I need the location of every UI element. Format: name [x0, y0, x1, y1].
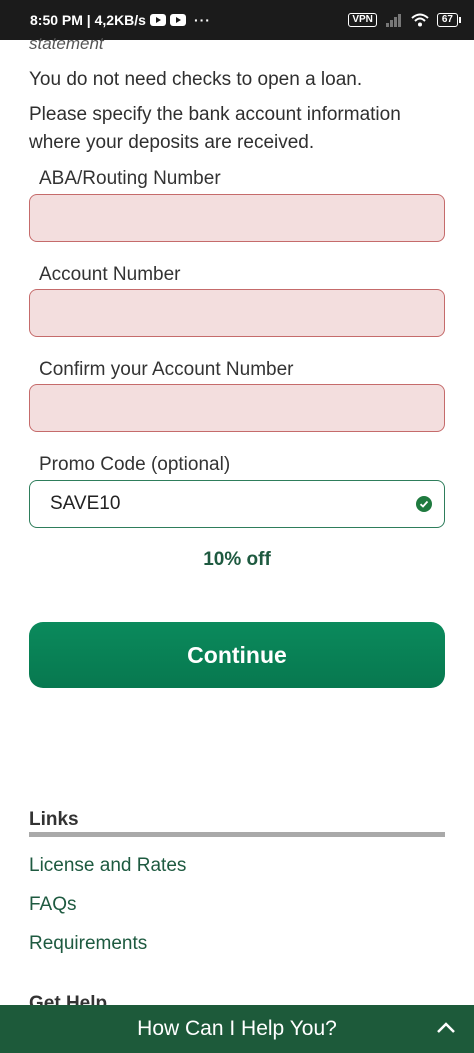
- confirm-account-number-label: Confirm your Account Number: [39, 359, 294, 380]
- youtube-icon: [169, 14, 186, 26]
- wifi-icon: [411, 13, 429, 27]
- link-license-and-rates[interactable]: License and Rates: [29, 855, 186, 877]
- routing-number-input[interactable]: [29, 194, 445, 242]
- specify-account-text: Please specify the bank account informat…: [29, 104, 401, 153]
- links-heading: Links: [29, 809, 79, 830]
- confirm-account-number-input[interactable]: [29, 384, 445, 432]
- help-bar[interactable]: How Can I Help You?: [0, 1005, 474, 1053]
- link-faqs[interactable]: FAQs: [29, 894, 77, 916]
- no-checks-text: You do not need checks to open a loan.: [29, 69, 363, 90]
- battery-icon: 67: [436, 13, 462, 27]
- status-left: 8:50 PM | 4,2KB/s ···: [30, 12, 211, 28]
- account-number-input[interactable]: [29, 289, 445, 337]
- check-circle-icon: [416, 496, 432, 512]
- routing-number-label: ABA/Routing Number: [39, 168, 221, 189]
- link-requirements[interactable]: Requirements: [29, 933, 147, 955]
- cut-off-heading: statement: [29, 34, 104, 53]
- links-divider: [29, 832, 445, 837]
- vpn-icon: VPN: [348, 13, 377, 27]
- account-number-label: Account Number: [39, 264, 181, 285]
- youtube-icon: [149, 14, 166, 26]
- status-right: VPN 67: [348, 13, 462, 27]
- help-bar-label: How Can I Help You?: [137, 1017, 337, 1040]
- more-dots: ···: [193, 12, 211, 28]
- promo-code-value: SAVE10: [50, 493, 121, 514]
- status-time: 8:50 PM | 4,2KB/s: [30, 12, 146, 28]
- promo-discount-message: 10% off: [203, 549, 271, 570]
- promo-code-label: Promo Code (optional): [39, 454, 231, 475]
- promo-code-input[interactable]: SAVE10: [29, 480, 445, 528]
- signal-icon: [385, 14, 401, 27]
- continue-button[interactable]: Continue: [29, 622, 445, 688]
- chevron-up-icon[interactable]: [436, 1020, 456, 1034]
